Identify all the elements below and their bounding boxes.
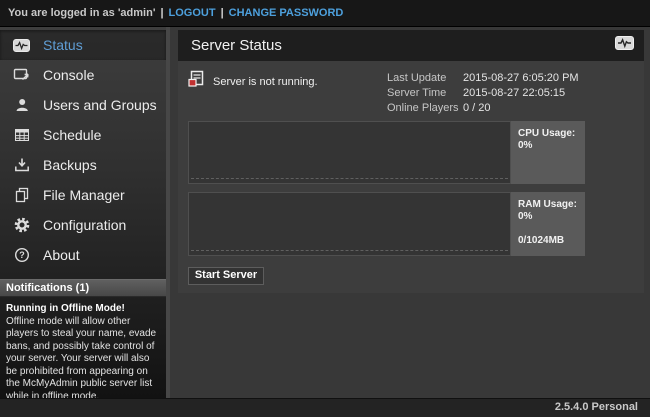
sidebar-item-schedule[interactable]: Schedule [0,120,166,150]
backups-icon [13,157,30,174]
cpu-usage-panel: CPU Usage: 0% [511,121,585,184]
server-state-message: Server is not running. [213,76,318,88]
ram-usage-chart [188,192,511,256]
change-password-link[interactable]: CHANGE PASSWORD [229,7,344,19]
notification-item: Running in Offline Mode! Offline mode wi… [0,297,166,403]
cpu-chart-baseline [191,178,508,179]
ram-chart-baseline [191,250,508,251]
notifications-section: Notifications (1) Running in Offline Mod… [0,279,166,403]
ram-usage-panel: RAM Usage: 0% 0/1024MB [511,192,585,256]
sidebar-item-label: Backups [43,157,97,173]
server-status-header: Server Status [178,30,644,61]
version-text: 2.5.4.0 Personal [555,401,638,413]
server-info-table: Last Update 2015-08-27 6:05:20 PM Server… [387,72,579,114]
sidebar-item-label: Schedule [43,127,101,143]
info-value: 2015-08-27 22:05:15 [463,87,579,99]
sidebar-item-about[interactable]: ? About [0,240,166,270]
server-stopped-icon [188,70,205,93]
console-icon [13,67,30,84]
sidebar-item-status[interactable]: Status [0,30,166,60]
page-title: Server Status [191,37,615,54]
sidebar-item-console[interactable]: Console [0,60,166,90]
footer-bar: 2.5.4.0 Personal [0,398,650,417]
start-server-button[interactable]: Start Server [188,267,264,285]
status-icon [13,37,30,54]
ram-usage-label: RAM Usage: [518,199,578,211]
cpu-usage-chart [188,121,511,184]
gear-icon [13,217,30,234]
top-bar: You are logged in as 'admin' | LOGOUT | … [0,0,650,27]
svg-text:?: ? [19,250,25,260]
sidebar-item-label: About [43,247,80,263]
info-label: Last Update [387,72,463,84]
schedule-icon [13,127,30,144]
info-label: Server Time [387,87,463,99]
separator: | [221,7,224,19]
separator: | [160,7,163,19]
cpu-usage-value: 0% [518,140,578,152]
sidebar-item-label: Users and Groups [43,97,157,113]
sidebar-item-configuration[interactable]: Configuration [0,210,166,240]
ram-usage-value: 0% [518,211,578,223]
sidebar-nav: Status Console Users and Groups Schedule [0,27,166,270]
sidebar-item-backups[interactable]: Backups [0,150,166,180]
server-status-panel: Server is not running. Last Update 2015-… [178,61,644,293]
cpu-usage-label: CPU Usage: [518,128,578,140]
logout-link[interactable]: LOGOUT [169,7,216,19]
sidebar-item-label: File Manager [43,187,125,203]
server-state-row: Server is not running. [188,70,318,93]
help-icon: ? [13,247,30,264]
ram-usage-detail: 0/1024MB [518,235,578,247]
mcmyadmin-window: You are logged in as 'admin' | LOGOUT | … [0,0,650,417]
sidebar-item-label: Console [43,67,94,83]
notification-text: Offline mode will allow other players to… [6,316,160,404]
notification-title: Running in Offline Mode! [6,303,160,316]
info-value: 0 / 20 [463,102,579,114]
status-pulse-icon [615,36,634,55]
sidebar-item-label: Status [43,37,83,53]
file-manager-icon [13,187,30,204]
sidebar: Status Console Users and Groups Schedule [0,27,170,399]
users-icon [13,97,30,114]
info-label: Online Players [387,102,463,114]
sidebar-item-users-and-groups[interactable]: Users and Groups [0,90,166,120]
notifications-header: Notifications (1) [0,279,166,297]
logged-in-text: You are logged in as 'admin' [8,7,155,19]
info-value: 2015-08-27 6:05:20 PM [463,72,579,84]
sidebar-item-file-manager[interactable]: File Manager [0,180,166,210]
sidebar-item-label: Configuration [43,217,126,233]
